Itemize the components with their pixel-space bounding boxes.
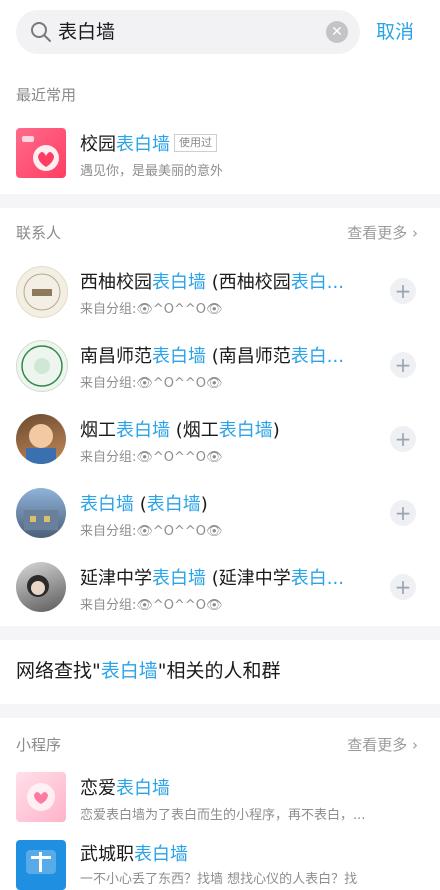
mini-programs-more-link[interactable]: 查看更多 › (347, 734, 418, 755)
contact-title: 南昌师范表白墙 (南昌师范表白... (80, 346, 344, 367)
search-query[interactable]: 表白墙 (58, 19, 115, 45)
mini-program-subtitle: 一不小心丢了东西？找墙 想找心仪的人表白？找 (80, 872, 358, 887)
divider (0, 626, 440, 640)
avatar (16, 562, 66, 612)
contact-item[interactable]: 南昌师范表白墙 (南昌师范表白... 来自分组:👁^O^^O👁 + (0, 332, 440, 402)
love-confession-app-icon (16, 772, 66, 822)
contact-subtitle: 来自分组:👁^O^^O👁 (80, 524, 223, 539)
chevron-right-icon: › (412, 224, 418, 242)
search-icon (31, 22, 51, 42)
chevron-right-icon: › (412, 736, 418, 754)
add-icon[interactable]: + (390, 426, 416, 452)
mini-program-title: 恋爱表白墙 (80, 778, 170, 799)
contact-subtitle: 来自分组:👁^O^^O👁 (80, 376, 223, 391)
cancel-button[interactable]: 取消 (376, 18, 414, 46)
contact-item[interactable]: 烟工表白墙 (烟工表白墙) 来自分组:👁^O^^O👁 + (0, 406, 440, 476)
avatar (16, 266, 68, 318)
divider (0, 194, 440, 208)
contacts-more-link[interactable]: 查看更多 › (347, 222, 418, 243)
mini-program-subtitle: 恋爱表白墙为了表白而生的小程序，再不表白，... (80, 808, 366, 823)
used-tag: 使用过 (174, 134, 217, 152)
contact-title: 西柚校园表白墙 (西柚校园表白... (80, 272, 344, 293)
mini-program-title: 武城职表白墙 (80, 844, 188, 865)
recent-item[interactable]: 校园表白墙 使用过 遇见你，是最美丽的意外 (0, 120, 440, 190)
mini-program-item[interactable]: 恋爱表白墙 恋爱表白墙为了表白而生的小程序，再不表白，... (0, 766, 440, 832)
divider (0, 704, 440, 718)
add-icon[interactable]: + (390, 352, 416, 378)
campus-confession-app-icon (16, 128, 66, 178)
wucheng-app-icon (16, 840, 66, 890)
avatar (16, 414, 66, 464)
web-search-link[interactable]: 网络查找"表白墙"相关的人和群 (16, 656, 281, 683)
search-input[interactable]: 表白墙 ✕ (16, 10, 360, 54)
contact-subtitle: 来自分组:👁^O^^O👁 (80, 302, 223, 317)
contact-title: 延津中学表白墙 (延津中学表白... (80, 568, 344, 589)
contact-item[interactable]: 表白墙 (表白墙) 来自分组:👁^O^^O👁 + (0, 480, 440, 550)
contact-subtitle: 来自分组:👁^O^^O👁 (80, 450, 223, 465)
avatar (16, 340, 68, 392)
recent-item-title: 校园表白墙 使用过 (80, 130, 217, 156)
recent-item-subtitle: 遇见你，是最美丽的意外 (80, 164, 224, 179)
avatar (16, 488, 66, 538)
contact-item[interactable]: 延津中学表白墙 (延津中学表白... 来自分组:👁^O^^O👁 + (0, 554, 440, 624)
contact-title: 烟工表白墙 (烟工表白墙) (80, 420, 280, 441)
mini-program-item[interactable]: 武城职表白墙 一不小心丢了东西？找墙 想找心仪的人表白？找 (0, 834, 440, 890)
section-label-recent: 最近常用 (16, 86, 77, 104)
section-label-contacts: 联系人 (16, 224, 62, 242)
add-icon[interactable]: + (390, 500, 416, 526)
search-bar: 表白墙 ✕ 取消 (0, 0, 440, 66)
contact-subtitle: 来自分组:👁^O^^O👁 (80, 598, 223, 613)
clear-icon[interactable]: ✕ (326, 21, 348, 43)
section-label-mini-programs: 小程序 (16, 736, 62, 754)
contact-item[interactable]: 西柚校园表白墙 (西柚校园表白... 来自分组:👁^O^^O👁 + (0, 258, 440, 328)
contact-title: 表白墙 (表白墙) (80, 494, 208, 515)
add-icon[interactable]: + (390, 278, 416, 304)
add-icon[interactable]: + (390, 574, 416, 600)
